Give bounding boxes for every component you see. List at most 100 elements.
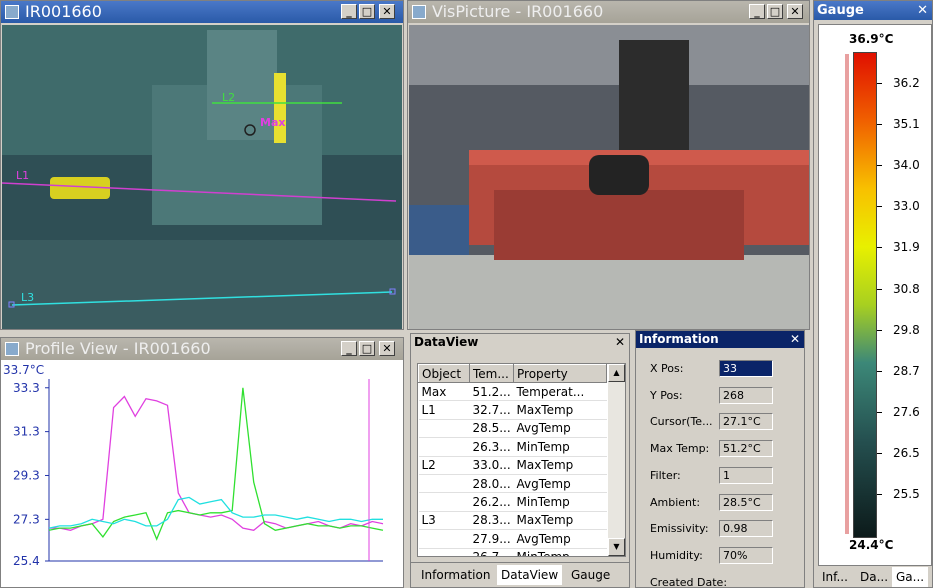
minimize-button[interactable]: _: [749, 4, 765, 19]
close-button[interactable]: ✕: [379, 341, 395, 356]
max-label: Max: [260, 116, 285, 129]
cell-property: MinTemp: [513, 492, 607, 512]
close-button[interactable]: ✕: [787, 4, 803, 19]
info-label: Cursor(Te...: [650, 415, 713, 429]
tab-gauge[interactable]: Gauge: [567, 565, 614, 585]
gauge-tick-label: 30.8: [893, 281, 920, 296]
profile-titlebar[interactable]: Profile View - IR001660 _ □ ✕: [1, 338, 403, 360]
gauge-tick-label: 33.0: [893, 199, 920, 214]
cell-temp: 27.9...: [469, 529, 514, 549]
tab-gauge[interactable]: Ga...: [892, 567, 929, 587]
info-label: Max Temp:: [650, 442, 710, 456]
dataview-grid: Object Tem... Property Max 51.2... Tempera…: [417, 363, 626, 557]
gauge-tick-mark: [877, 494, 882, 495]
table-row[interactable]: Max 51.2... Temperat...: [418, 382, 607, 402]
table-row[interactable]: 26.7...MinTemp: [418, 548, 607, 556]
table-row[interactable]: 28.5... AvgTemp: [418, 419, 607, 439]
scroll-up-button[interactable]: ▲: [608, 364, 625, 382]
info-value-field[interactable]: 70%: [719, 546, 773, 564]
gauge-color-bar: [853, 52, 877, 538]
y-tick-label: 25.4: [13, 554, 40, 568]
cell-temp: 28.0...: [469, 474, 514, 494]
vis-picture-window: VisPicture - IR001660 _ □ ✕: [407, 0, 810, 330]
cell-property: AvgTemp: [513, 419, 607, 439]
close-icon[interactable]: ✕: [917, 1, 928, 20]
info-value-field[interactable]: 51.2°C: [719, 440, 773, 458]
info-value-field[interactable]: 0.98: [719, 520, 773, 538]
table-row[interactable]: L2 33.0... MaxTemp: [418, 456, 607, 475]
info-value-field[interactable]: 28.5°C: [719, 493, 773, 511]
cell-temp: 26.2...: [469, 492, 514, 512]
gauge-tick-mark: [877, 329, 882, 331]
cell-object: [418, 419, 470, 439]
column-header-object[interactable]: Object: [418, 364, 470, 383]
gauge-tick-label: 29.8: [893, 322, 920, 337]
y-tick-label: 31.3: [13, 425, 40, 439]
l2-label: L2: [222, 91, 235, 104]
gauge-tick-mark: [877, 452, 882, 454]
cell-temp: 32.7...: [469, 400, 514, 420]
table-row[interactable]: 27.9... AvgTemp: [418, 529, 607, 549]
vertical-scrollbar[interactable]: ▲ ▼: [608, 364, 625, 556]
gauge-max-label: 36.9°C: [849, 32, 894, 46]
gauge-tick-mark: [877, 206, 882, 208]
ir-app-icon: [5, 5, 19, 19]
info-label: Created Date:: [650, 575, 728, 588]
dataview-title: DataView: [414, 335, 479, 349]
gauge-tick-label: 35.1: [893, 117, 920, 132]
info-label: Humidity:: [650, 548, 703, 562]
information-titlebar[interactable]: Information ✕: [636, 331, 804, 348]
scroll-down-button[interactable]: ▼: [608, 538, 625, 556]
column-header-temp[interactable]: Tem...: [469, 364, 514, 383]
minimize-button[interactable]: _: [341, 4, 357, 19]
info-value-field[interactable]: 27.1°C: [719, 413, 773, 431]
information-title: Information: [639, 332, 719, 346]
ir-window-titlebar[interactable]: IR001660 _ □ ✕: [1, 1, 403, 23]
gauge-tick-label: 27.6: [893, 404, 920, 419]
close-icon[interactable]: ✕: [615, 334, 625, 351]
cell-object: [418, 437, 470, 457]
table-row[interactable]: 26.3... MinTemp: [418, 437, 607, 457]
info-value-field[interactable]: 33: [719, 360, 773, 377]
dataview-panel: DataView ✕ Object Tem... Property Max 51.…: [410, 333, 630, 588]
information-panel: Information ✕ X Pos: 33 Y Pos: 268 Cursor(Te…: [635, 330, 805, 588]
table-row[interactable]: L1 32.7... MaxTemp: [418, 400, 607, 420]
tab-dataview[interactable]: Da...: [856, 567, 892, 587]
maximize-button[interactable]: □: [767, 4, 783, 19]
vis-app-icon: [412, 5, 426, 19]
gauge-tick-label: 28.7: [893, 363, 920, 378]
gauge-tick-label: 26.5: [893, 445, 920, 460]
close-button[interactable]: ✕: [379, 4, 395, 19]
thermal-image[interactable]: L1 L2 L3 Max: [2, 25, 402, 329]
info-label: Emissivity:: [650, 522, 709, 536]
column-header-property[interactable]: Property: [513, 364, 607, 383]
tab-dataview[interactable]: DataView: [497, 565, 563, 585]
tab-information[interactable]: Information: [417, 565, 494, 585]
gauge-titlebar[interactable]: Gauge ✕: [814, 1, 932, 20]
profile-chart[interactable]: 33.3 31.3 29.3 27.3 25.4: [1, 359, 404, 588]
dataview-titlebar[interactable]: DataView ✕: [411, 334, 629, 351]
maximize-button[interactable]: □: [359, 4, 375, 19]
table-row[interactable]: 28.0... AvgTemp: [418, 474, 607, 494]
visual-photo[interactable]: [409, 25, 809, 329]
close-icon[interactable]: ✕: [790, 331, 800, 348]
cell-temp: 33.0...: [469, 456, 514, 475]
minimize-button[interactable]: _: [341, 341, 357, 356]
gauge-tabs: Inf... Da... Ga...: [814, 565, 932, 587]
gauge-tick-label: 34.0: [893, 158, 920, 173]
info-label: Y Pos:: [650, 388, 683, 402]
cell-property: Temperat...: [513, 382, 607, 402]
table-row[interactable]: 26.2... MinTemp: [418, 492, 607, 512]
tab-information[interactable]: Inf...: [818, 567, 852, 587]
gauge-tick-mark: [877, 288, 882, 290]
gauge-title: Gauge: [817, 3, 864, 18]
info-value-field[interactable]: 268: [719, 386, 773, 404]
cell-object: [418, 529, 470, 549]
table-row[interactable]: L3 28.3... MaxTemp: [418, 511, 607, 531]
profile-series-line: [49, 395, 384, 531]
vis-window-titlebar[interactable]: VisPicture - IR001660 _ □ ✕: [408, 1, 809, 23]
profile-title: Profile View - IR001660: [25, 339, 211, 358]
maximize-button[interactable]: □: [359, 341, 375, 356]
cell-temp: 26.7...: [469, 548, 514, 556]
info-value-field[interactable]: 1: [719, 466, 773, 484]
